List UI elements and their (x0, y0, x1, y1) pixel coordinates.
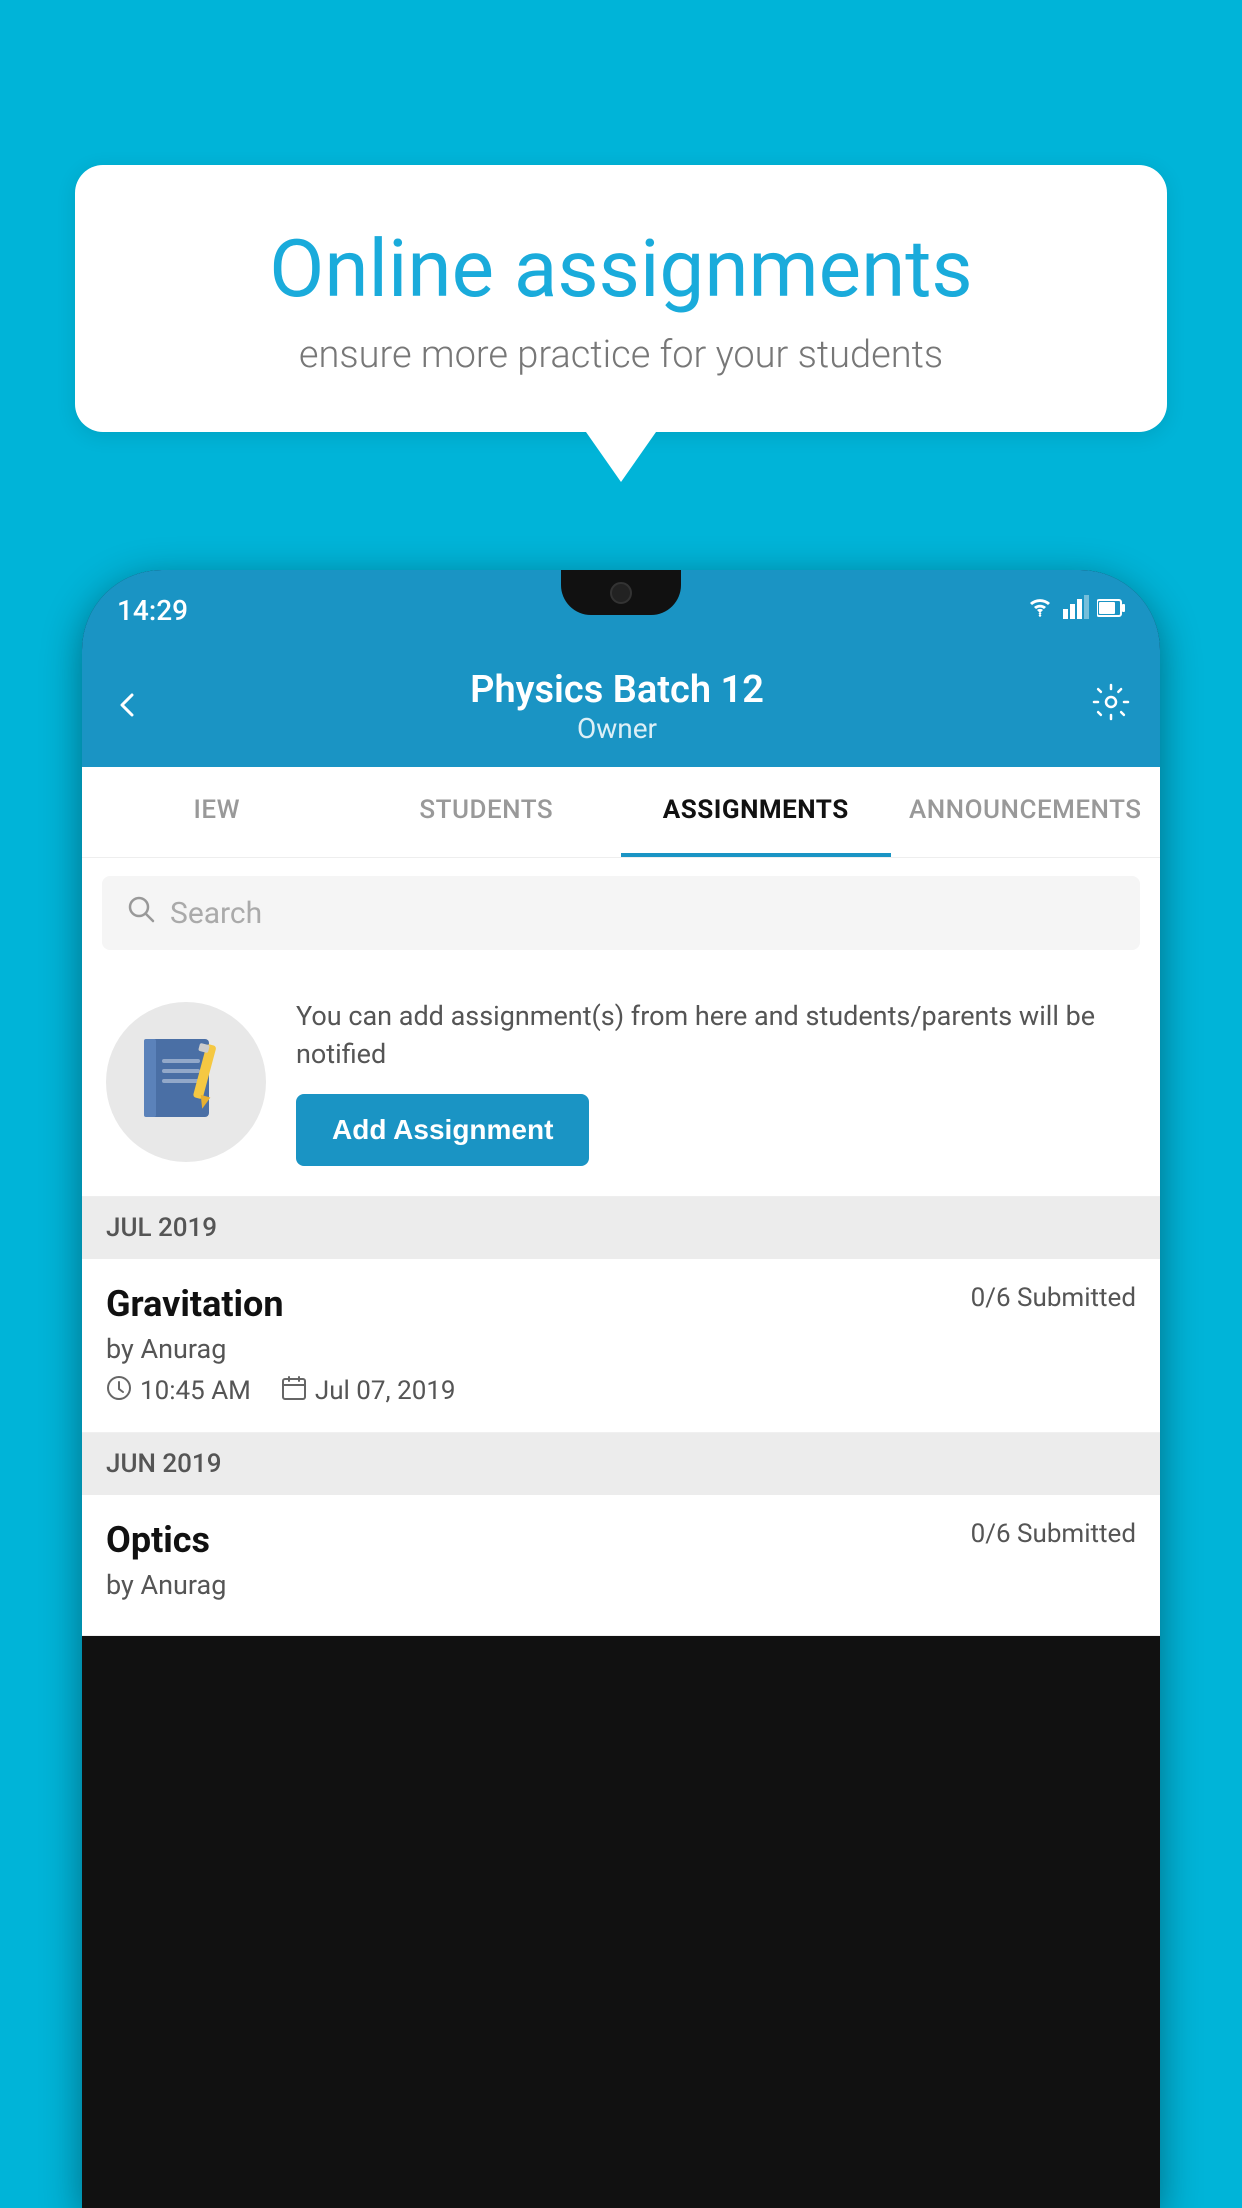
assignment-item-gravitation[interactable]: Gravitation 0/6 Submitted by Anurag 10:4… (82, 1259, 1160, 1433)
assignment-time: 10:45 AM (106, 1375, 251, 1408)
add-assignment-right: You can add assignment(s) from here and … (296, 998, 1136, 1166)
assignment-by-gravitation: by Anurag (106, 1333, 1136, 1365)
speech-bubble-subtitle: ensure more practice for your students (145, 333, 1097, 377)
speech-bubble-container: Online assignments ensure more practice … (75, 165, 1167, 482)
assignment-name-gravitation: Gravitation (106, 1283, 284, 1325)
search-icon (126, 894, 156, 932)
assignment-item-top: Gravitation 0/6 Submitted (106, 1283, 1136, 1325)
search-placeholder: Search (170, 896, 262, 931)
notebook-icon (144, 1034, 229, 1129)
phone-frame: 14:29 (82, 570, 1160, 2208)
assignment-submitted-optics: 0/6 Submitted (971, 1519, 1136, 1549)
assignment-date-value: Jul 07, 2019 (315, 1376, 456, 1406)
status-time: 14:29 (117, 594, 188, 627)
assignment-name-optics: Optics (106, 1519, 210, 1561)
assignment-icon-circle (106, 1002, 266, 1162)
header-title-area: Physics Batch 12 Owner (470, 668, 764, 745)
assignment-meta-gravitation: 10:45 AM Jul 07, 2019 (106, 1375, 1136, 1408)
assignment-submitted-gravitation: 0/6 Submitted (971, 1283, 1136, 1313)
header-subtitle: Owner (470, 712, 764, 745)
phone-camera (610, 582, 632, 604)
status-icons (1025, 595, 1125, 626)
section-header-jun: JUN 2019 (82, 1433, 1160, 1495)
clock-icon (106, 1375, 132, 1408)
calendar-icon (281, 1375, 307, 1408)
settings-icon[interactable] (1092, 683, 1130, 731)
add-assignment-info: You can add assignment(s) from here and … (296, 998, 1136, 1074)
phone-notch (561, 570, 681, 615)
wifi-icon (1025, 595, 1055, 626)
assignment-by-optics: by Anurag (106, 1569, 1136, 1601)
assignment-date: Jul 07, 2019 (281, 1375, 456, 1408)
tab-overview[interactable]: IEW (82, 767, 352, 857)
signal-icon (1063, 595, 1089, 626)
speech-bubble-title: Online assignments (145, 225, 1097, 313)
assignment-item-optics[interactable]: Optics 0/6 Submitted by Anurag (82, 1495, 1160, 1636)
add-assignment-button[interactable]: Add Assignment (296, 1094, 589, 1166)
assignment-item-top-optics: Optics 0/6 Submitted (106, 1519, 1136, 1561)
phone-content: Search (82, 858, 1160, 1636)
tabs-container: IEW STUDENTS ASSIGNMENTS ANNOUNCEMENTS (82, 767, 1160, 858)
app-header: Physics Batch 12 Owner (82, 650, 1160, 767)
add-assignment-section: You can add assignment(s) from here and … (82, 968, 1160, 1197)
search-bar[interactable]: Search (102, 876, 1140, 950)
status-bar: 14:29 (82, 570, 1160, 650)
tab-students[interactable]: STUDENTS (352, 767, 622, 857)
speech-bubble-arrow (586, 432, 656, 482)
header-title: Physics Batch 12 (470, 668, 764, 712)
battery-icon (1097, 595, 1125, 625)
tab-announcements[interactable]: ANNOUNCEMENTS (891, 767, 1161, 857)
tab-assignments[interactable]: ASSIGNMENTS (621, 767, 891, 857)
back-button[interactable] (112, 683, 142, 730)
assignment-time-value: 10:45 AM (140, 1376, 251, 1406)
search-bar-container: Search (82, 858, 1160, 968)
section-header-jul: JUL 2019 (82, 1197, 1160, 1259)
speech-bubble: Online assignments ensure more practice … (75, 165, 1167, 432)
